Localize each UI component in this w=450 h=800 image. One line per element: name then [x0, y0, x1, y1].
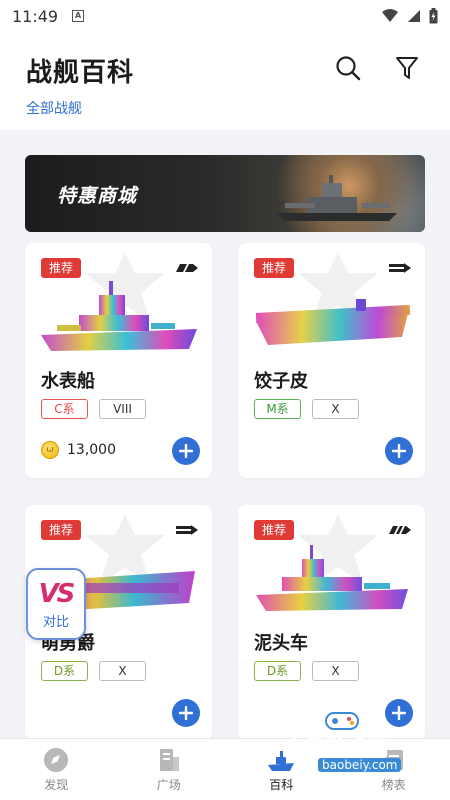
- cell-signal-icon: [408, 10, 420, 22]
- plus-icon: [179, 444, 193, 458]
- ship-name: 饺子皮: [254, 371, 308, 392]
- search-icon: [336, 56, 361, 81]
- ship-card[interactable]: 推荐 饺子皮 M系 X: [238, 243, 425, 478]
- compare-label: 对比: [42, 614, 69, 630]
- page-header: 战舰百科 全部战舰: [0, 32, 450, 130]
- compare-floating-button[interactable]: VS 对比: [26, 568, 86, 640]
- site-watermark: 宝贝游戏网 baobeiy.com: [280, 708, 440, 778]
- ship-name: 水表船: [41, 371, 95, 392]
- filter-all-ships-link[interactable]: 全部战舰: [26, 98, 82, 118]
- nation-tag: D系: [41, 661, 88, 681]
- tier-tag: VIII: [99, 399, 146, 419]
- nation-tag: M系: [254, 399, 301, 419]
- filter-icon: [396, 57, 418, 79]
- tier-tag: X: [312, 661, 359, 681]
- site-name: 宝贝游戏网: [284, 736, 389, 761]
- tab-discover[interactable]: 发现: [0, 739, 113, 800]
- compass-icon: [44, 748, 69, 772]
- price: ω 13,000: [41, 441, 116, 459]
- search-button[interactable]: [332, 52, 364, 84]
- nation-tag: D系: [254, 661, 301, 681]
- page-title: 战舰百科: [26, 58, 135, 88]
- tab-label: 广场: [156, 778, 181, 792]
- plus-icon: [392, 444, 406, 458]
- recommended-badge: 推荐: [41, 258, 82, 278]
- add-compare-button[interactable]: [172, 437, 200, 465]
- notification-a-icon: A: [72, 10, 85, 22]
- status-icons: [381, 8, 438, 24]
- carrier-icon: [389, 263, 411, 273]
- price-value: 13,000: [67, 442, 116, 458]
- cruiser-icon: [176, 264, 198, 272]
- recommended-badge: 推荐: [254, 520, 295, 540]
- nation-tag: C系: [41, 399, 88, 419]
- tab-label: 发现: [44, 778, 69, 792]
- filter-button[interactable]: [391, 52, 423, 84]
- ship-image: [256, 545, 408, 611]
- ship-name: 泥头车: [254, 633, 308, 654]
- recommended-badge: 推荐: [41, 520, 82, 540]
- add-compare-button[interactable]: [172, 699, 200, 727]
- add-compare-button[interactable]: [385, 437, 413, 465]
- banner-title: 特惠商城: [57, 185, 138, 207]
- coin-icon: ω: [41, 441, 59, 459]
- plus-icon: [179, 706, 193, 720]
- vs-icon: VS: [38, 578, 76, 609]
- recommended-badge: 推荐: [254, 258, 295, 278]
- ship-card[interactable]: 推荐 水表船 C系 VIII ω 13,000: [25, 243, 212, 478]
- ship-image: [255, 299, 411, 345]
- battery-icon: [429, 8, 438, 24]
- shop-banner[interactable]: 特惠商城: [25, 155, 425, 232]
- wifi-icon: [382, 9, 398, 22]
- tab-square[interactable]: 广场: [113, 739, 226, 800]
- site-url: baobeiy.com: [318, 758, 402, 772]
- status-time: 11:49: [12, 6, 59, 26]
- ship-card[interactable]: 推荐 泥头车 D系 X: [238, 505, 425, 740]
- tier-tag: X: [312, 399, 359, 419]
- destroyer-icon: [389, 526, 411, 534]
- status-bar: 11:49 A: [0, 0, 450, 32]
- tab-label: 榜表: [381, 778, 406, 792]
- gamepad-icon: [325, 712, 359, 730]
- banner-warship-image: [277, 175, 397, 221]
- tab-label: 百科: [269, 778, 294, 792]
- carrier-icon: [176, 525, 198, 535]
- ship-image: [41, 281, 197, 351]
- tier-tag: X: [99, 661, 146, 681]
- building-icon: [159, 749, 179, 771]
